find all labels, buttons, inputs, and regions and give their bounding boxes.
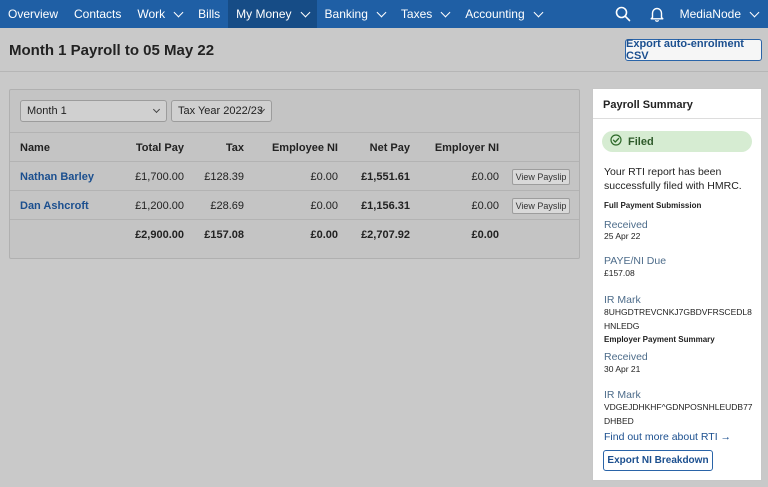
search-icon[interactable] bbox=[606, 0, 640, 28]
chevron-down-icon bbox=[749, 7, 760, 17]
nav-bills[interactable]: Bills bbox=[190, 0, 228, 28]
paye-ni-due-value: £157.08 bbox=[604, 268, 635, 278]
rti-info-link[interactable]: Find out more about RTI → bbox=[604, 431, 731, 443]
nav-my-money[interactable]: My Money bbox=[228, 0, 317, 28]
employee-ni-total: £0.00 bbox=[310, 228, 338, 241]
total-pay-cell: £1,700.00 bbox=[135, 170, 184, 183]
nav-label: Bills bbox=[198, 7, 221, 21]
nav-work[interactable]: Work bbox=[129, 0, 190, 28]
nav-label: Taxes bbox=[400, 7, 433, 21]
employee-name-link[interactable]: Nathan Barley bbox=[20, 162, 94, 191]
org-switcher[interactable]: MediaNode bbox=[674, 7, 768, 21]
col-header-employer-ni: Employer NI bbox=[434, 141, 499, 154]
eps-heading: Employer Payment Summary bbox=[604, 335, 715, 344]
nav-taxes[interactable]: Taxes bbox=[393, 0, 457, 28]
bell-icon[interactable] bbox=[640, 0, 674, 28]
employee-ni-cell: £0.00 bbox=[310, 199, 338, 212]
nav-label: My Money bbox=[236, 7, 292, 21]
view-payslip-button[interactable]: View Payslip bbox=[512, 198, 570, 214]
tax-year-select[interactable]: Tax Year 2022/23 bbox=[171, 100, 272, 122]
eps-received-value: 30 Apr 21 bbox=[604, 364, 641, 374]
rti-message: Your RTI report has been successfully fi… bbox=[604, 166, 742, 192]
table-header-row: Name Total Pay Tax Employee NI Net Pay E… bbox=[10, 132, 579, 161]
check-circle-icon bbox=[610, 134, 622, 149]
net-pay-cell: £1,156.31 bbox=[361, 199, 410, 212]
chevron-down-icon bbox=[376, 7, 387, 17]
payroll-card: Month 1 Tax Year 2022/23 Name Total Pay … bbox=[9, 89, 580, 259]
nav-label: Overview bbox=[8, 7, 59, 21]
chevron-down-icon bbox=[173, 7, 184, 17]
table-row: Nathan Barley £1,700.00 £128.39 £0.00 £1… bbox=[10, 161, 579, 190]
nav-banking[interactable]: Banking bbox=[317, 0, 393, 28]
employer-ni-cell: £0.00 bbox=[471, 199, 499, 212]
net-pay-total: £2,707.92 bbox=[361, 228, 410, 241]
nav-label: Banking bbox=[324, 7, 368, 21]
summary-divider bbox=[593, 118, 761, 119]
nav-label: Contacts bbox=[74, 7, 122, 21]
col-header-employee-ni: Employee NI bbox=[271, 141, 338, 154]
fps-received-value: 25 Apr 22 bbox=[604, 231, 641, 241]
eps-ir-mark-value: VDGEJDHKHF^GDNPOSNHLEUDB77DHBED bbox=[604, 402, 753, 426]
total-pay-total: £2,900.00 bbox=[135, 228, 184, 241]
chevron-down-icon bbox=[300, 7, 310, 17]
net-pay-cell: £1,551.61 bbox=[361, 170, 410, 183]
chevron-down-icon bbox=[533, 7, 544, 17]
nav-accounting[interactable]: Accounting bbox=[457, 0, 549, 28]
employer-ni-total: £0.00 bbox=[471, 228, 499, 241]
employee-ni-cell: £0.00 bbox=[310, 170, 338, 183]
employer-ni-cell: £0.00 bbox=[471, 170, 499, 183]
tax-cell: £128.39 bbox=[204, 170, 244, 183]
status-text: Filed bbox=[628, 135, 654, 148]
table-totals-row: £2,900.00 £157.08 £0.00 £2,707.92 £0.00 bbox=[10, 219, 579, 248]
period-select-value: Month 1 bbox=[27, 105, 67, 117]
total-pay-cell: £1,200.00 bbox=[135, 199, 184, 212]
period-select[interactable]: Month 1 bbox=[20, 100, 167, 122]
chevron-down-icon bbox=[152, 105, 161, 114]
table-row: Dan Ashcroft £1,200.00 £28.69 £0.00 £1,1… bbox=[10, 190, 579, 219]
nav-label: Accounting bbox=[465, 7, 525, 21]
col-header-name: Name bbox=[20, 141, 50, 154]
export-auto-enrolment-csv-button[interactable]: Export auto-enrolment CSV bbox=[625, 38, 762, 62]
org-name: MediaNode bbox=[679, 7, 741, 21]
employee-name-link[interactable]: Dan Ashcroft bbox=[20, 191, 89, 220]
chevron-down-icon bbox=[440, 7, 451, 17]
page-title: Month 1 Payroll to 05 May 22 bbox=[9, 42, 215, 59]
tax-cell: £28.69 bbox=[210, 199, 244, 212]
tax-year-select-value: Tax Year 2022/23 bbox=[178, 105, 264, 117]
col-header-total-pay: Total Pay bbox=[135, 141, 184, 154]
nav-overview[interactable]: Overview bbox=[0, 0, 66, 28]
col-header-net-pay: Net Pay bbox=[369, 141, 410, 154]
status-badge: Filed bbox=[602, 131, 752, 152]
nav-label: Work bbox=[137, 7, 166, 21]
export-ni-breakdown-button[interactable]: Export NI Breakdown bbox=[603, 450, 713, 471]
summary-title: Payroll Summary bbox=[603, 99, 693, 111]
top-navigation: Overview Contacts Work Bills My Money Ba… bbox=[0, 0, 768, 28]
nav-right-group: MediaNode bbox=[606, 0, 768, 28]
header-divider bbox=[0, 71, 768, 72]
fps-ir-mark-value: 8UHGDTREVCNKJ7GBDVFRSCEDL8HNLEDG bbox=[604, 307, 752, 331]
payroll-table: Name Total Pay Tax Employee NI Net Pay E… bbox=[10, 132, 579, 248]
view-payslip-button[interactable]: View Payslip bbox=[512, 169, 570, 185]
col-header-tax: Tax bbox=[225, 141, 244, 154]
tax-total: £157.08 bbox=[204, 228, 244, 241]
nav-contacts[interactable]: Contacts bbox=[66, 0, 129, 28]
payroll-summary-panel: Payroll Summary Filed Your RTI report ha… bbox=[592, 88, 762, 481]
fps-heading: Full Payment Submission bbox=[604, 201, 702, 210]
